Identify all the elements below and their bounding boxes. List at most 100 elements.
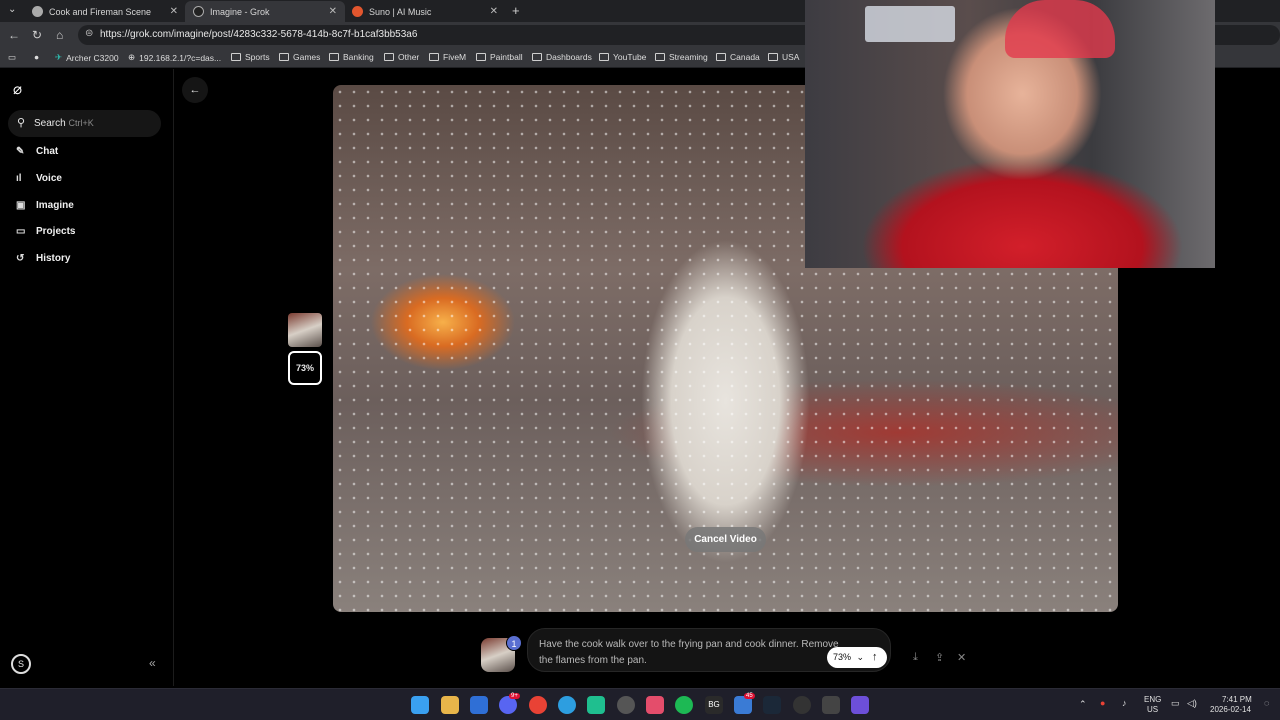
spotify-icon[interactable] (675, 696, 693, 714)
tab-list-chevron-icon[interactable]: ⌄ (8, 4, 16, 15)
router-icon: ✈ (55, 52, 63, 62)
store-icon[interactable] (470, 696, 488, 714)
home-icon[interactable]: ⌂ (56, 28, 63, 42)
bookmark-router-ip[interactable]: ⊕ 192.168.2.1/?c=das... (128, 52, 221, 63)
send-arrow-icon[interactable]: ↑ (872, 647, 878, 668)
generated-image-thumbnail[interactable] (288, 313, 322, 347)
share-icon[interactable]: ⇪ (935, 651, 944, 664)
chrome-icon[interactable] (529, 696, 547, 714)
tray-overflow-icon[interactable]: ⌃ (1079, 699, 1087, 710)
person-hair (1005, 0, 1115, 58)
language-bottom: US (1147, 705, 1159, 714)
bookmark-sports[interactable]: Sports (231, 52, 270, 62)
edge-icon[interactable] (558, 696, 576, 714)
folder-icon (384, 53, 394, 61)
mail-badge: 45 (744, 693, 755, 699)
suno-favicon-icon (352, 6, 363, 17)
tab-favicon-icon (32, 6, 43, 17)
folder-icon (716, 53, 726, 61)
bookmark-youtube[interactable]: YouTube (599, 52, 646, 62)
close-icon[interactable]: ✕ (957, 651, 966, 664)
sidebar-item-history[interactable]: ↺ History (16, 253, 70, 264)
folder-icon (231, 53, 241, 61)
bookmark-fivem[interactable]: FiveM (429, 52, 466, 62)
pencil-icon: ✎ (16, 146, 25, 157)
sidebar-item-voice[interactable]: ıl Voice (16, 173, 62, 184)
bookmark-banking[interactable]: Banking (329, 52, 374, 62)
waveform-icon: ıl (16, 173, 22, 184)
imagine-icon: ▣ (16, 200, 26, 211)
folder-icon (768, 53, 778, 61)
tab-cook-fireman[interactable]: Cook and Fireman Scene ✕ (24, 1, 186, 22)
search-label: Search (34, 118, 66, 129)
search-button[interactable]: ⚲ Search Ctrl+K (8, 110, 161, 137)
sidebar-item-projects[interactable]: ▭ Projects (16, 226, 75, 237)
webcam-overlay (805, 0, 1215, 268)
bookmark-canada[interactable]: Canada (716, 52, 760, 62)
prompt-input[interactable]: Have the cook walk over to the frying pa… (539, 637, 839, 669)
app-icon[interactable] (587, 696, 605, 714)
folder-icon: ▭ (16, 226, 26, 237)
folder-icon (329, 53, 339, 61)
bookmark-github[interactable]: ● (34, 52, 39, 62)
app-icon[interactable] (822, 696, 840, 714)
folder-icon (429, 53, 439, 61)
bookmark-other[interactable]: Other (384, 52, 419, 62)
steam-icon[interactable] (763, 696, 781, 714)
taskbar: 9+ BG 45 ⌃ ● ♪ ENG US ▭ ◁) 7:41 PM 2026-… (0, 688, 1280, 720)
back-arrow-icon[interactable]: ← (182, 77, 208, 103)
app-icon[interactable] (793, 696, 811, 714)
site-info-icon[interactable]: ⊜ (85, 28, 93, 39)
reference-count-badge: 1 (506, 635, 522, 651)
discord-badge: 9+ (509, 693, 520, 699)
new-tab-plus-icon[interactable]: + (512, 3, 520, 18)
avatar[interactable]: S (11, 654, 31, 674)
app-icon[interactable] (646, 696, 664, 714)
clock-time[interactable]: 7:41 PM (1222, 695, 1252, 704)
tab-suno[interactable]: Suno | AI Music ✕ (344, 1, 506, 22)
microphone-icon[interactable]: ♪ (1122, 698, 1127, 708)
prompt-composer[interactable]: Have the cook walk over to the frying pa… (527, 628, 891, 672)
notification-icon[interactable]: ◌ (1264, 698, 1269, 708)
bookmark-archer[interactable]: ✈ Archer C3200 (55, 52, 119, 63)
bookmark-usa[interactable]: USA (768, 52, 799, 62)
grok-logo-icon[interactable]: ⌀ (13, 80, 22, 98)
reload-icon[interactable]: ↻ (32, 28, 42, 42)
generation-percent-dropdown[interactable]: 73% ⌄ ↑ (827, 647, 887, 668)
tab-imagine-grok[interactable]: Imagine - Grok ✕ (185, 1, 345, 22)
close-icon[interactable]: ✕ (490, 6, 498, 17)
sidebar-item-imagine[interactable]: ▣ Imagine (16, 200, 74, 211)
bookmark-streaming[interactable]: Streaming (655, 52, 708, 62)
sidebar-item-chat[interactable]: ✎ Chat (16, 146, 58, 157)
sidebar: ⌀ ⚲ Search Ctrl+K ✎ Chat ıl Voice ▣ Imagine… (0, 69, 174, 686)
collapse-sidebar-icon[interactable]: « (149, 656, 156, 670)
cancel-video-button[interactable]: Cancel Video (685, 527, 766, 552)
url-text: https://grok.com/imagine/post/4283c332-5… (100, 29, 418, 40)
close-icon[interactable]: ✕ (170, 6, 178, 17)
globe-icon: ⊕ (128, 52, 136, 62)
back-arrow-icon[interactable]: ← (8, 28, 20, 42)
search-icon: ⚲ (17, 117, 26, 129)
download-icon[interactable]: ⤓ (913, 651, 918, 664)
tab-title: Suno | AI Music (369, 6, 432, 17)
generation-progress[interactable]: 73% (288, 351, 322, 385)
language-top[interactable]: ENG (1144, 695, 1161, 704)
obs-icon[interactable] (617, 696, 635, 714)
tab-title: Imagine - Grok (210, 6, 270, 17)
bookmark-games[interactable]: Games (279, 52, 320, 62)
bg-app-icon[interactable]: BG (705, 696, 723, 714)
apps-icon[interactable]: ▭ (8, 52, 16, 63)
file-explorer-icon[interactable] (441, 696, 459, 714)
folder-icon (279, 53, 289, 61)
close-icon[interactable]: ✕ (329, 6, 337, 17)
bookmark-paintball[interactable]: Paintball (476, 52, 523, 62)
bookmark-dashboards[interactable]: Dashboards (532, 52, 592, 62)
volume-icon[interactable]: ◁) (1187, 698, 1197, 709)
search-shortcut: Ctrl+K (68, 118, 94, 128)
folder-icon (476, 53, 486, 61)
app-icon[interactable] (851, 696, 869, 714)
tray-app-icon[interactable]: ● (1100, 698, 1105, 708)
neon-sign (865, 6, 955, 42)
network-icon[interactable]: ▭ (1171, 698, 1180, 709)
windows-start-icon[interactable] (411, 696, 429, 714)
